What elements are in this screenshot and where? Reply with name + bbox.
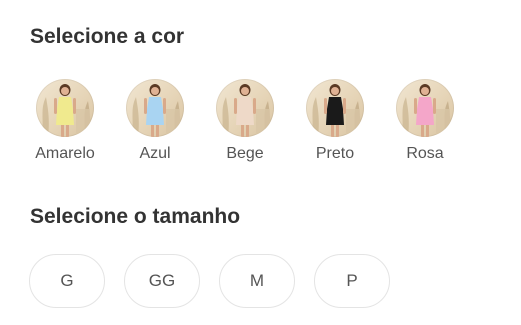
model-leg [66, 123, 69, 137]
model-head [61, 87, 69, 95]
color-option-preto[interactable]: Preto [290, 76, 380, 163]
size-option-g[interactable]: G [29, 254, 105, 308]
model-arm [324, 98, 327, 114]
plant-decor [222, 97, 229, 137]
color-option-azul[interactable]: Azul [110, 76, 200, 163]
color-option-label: Preto [315, 145, 355, 162]
model-arm [144, 98, 147, 114]
color-option-label: Azul [139, 145, 171, 162]
model-head [421, 87, 429, 95]
plant-decor [132, 97, 139, 137]
model-head [241, 87, 249, 95]
model-photo-icon [132, 84, 181, 137]
color-option-rosa[interactable]: Rosa [380, 76, 470, 163]
model-arm [433, 98, 436, 114]
color-option-bege[interactable]: Bege [200, 76, 290, 163]
vase-decor [436, 109, 450, 137]
dress-shape [416, 97, 434, 125]
color-swatch-image [36, 79, 94, 137]
vase-decor [76, 109, 90, 137]
model-leg [246, 123, 249, 137]
model-arm [163, 98, 166, 114]
color-swatch-image [396, 79, 454, 137]
vase-decor [166, 109, 180, 137]
color-swatch-image [306, 79, 364, 137]
model-arm [414, 98, 417, 114]
color-option-amarelo[interactable]: Amarelo [20, 76, 110, 163]
model-arm [73, 98, 76, 114]
model-head [151, 87, 159, 95]
plant-decor [42, 97, 49, 137]
size-option-m[interactable]: M [219, 254, 295, 308]
vase-decor [346, 109, 360, 137]
size-section-title: Selecione o tamanho [30, 205, 241, 228]
dress-shape [236, 97, 254, 125]
model-arm [253, 98, 256, 114]
dress-shape [146, 97, 164, 125]
size-option-p[interactable]: P [314, 254, 390, 308]
plant-decor [312, 97, 319, 137]
size-option-gg[interactable]: GG [124, 254, 200, 308]
color-option-label: Rosa [406, 145, 444, 162]
plant-decor [402, 97, 409, 137]
color-swatch-image [126, 79, 184, 137]
color-section-title: Selecione a cor [30, 25, 185, 48]
model-leg [336, 123, 339, 137]
model-leg [421, 123, 424, 137]
color-swatch-image [216, 79, 274, 137]
model-arm [234, 98, 237, 114]
model-arm [343, 98, 346, 114]
dress-shape [326, 97, 344, 125]
model-head [331, 87, 339, 95]
model-leg [241, 123, 244, 137]
color-option-label: Bege [226, 145, 264, 162]
model-photo-icon [402, 84, 451, 137]
model-leg [151, 123, 154, 137]
dress-shape [56, 97, 74, 125]
model-leg [331, 123, 334, 137]
model-leg [156, 123, 159, 137]
model-photo-icon [312, 84, 361, 137]
color-swatch-list: Amarelo Azul Bege Preto Rosa [0, 76, 521, 176]
model-photo-icon [42, 84, 91, 137]
model-photo-icon [222, 84, 271, 137]
model-leg [426, 123, 429, 137]
model-leg [61, 123, 64, 137]
size-option-list: G GG M P [0, 254, 521, 310]
model-arm [54, 98, 57, 114]
color-option-label: Amarelo [35, 145, 95, 162]
vase-decor [256, 109, 270, 137]
